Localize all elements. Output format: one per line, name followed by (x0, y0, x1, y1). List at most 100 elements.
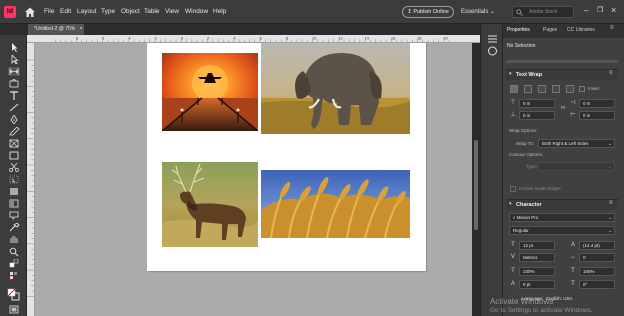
leading-field[interactable]: (14.4 pt) (579, 241, 615, 250)
publish-online-button[interactable]: ↥ Publish Online (402, 6, 454, 18)
gradient-feather-tool-icon[interactable] (8, 199, 20, 208)
wheat-field-image[interactable] (261, 170, 410, 238)
minimize-icon[interactable]: – (584, 6, 588, 15)
ruler-tick-label: 20 (443, 35, 448, 40)
tab-cc-libraries[interactable]: CC Libraries (567, 27, 595, 33)
wrap-bounding-box-button[interactable] (524, 85, 532, 93)
font-family-select[interactable]: ⌕ Minion Pro ⌄ (509, 213, 615, 222)
ruler-tick-label: 6 (102, 35, 105, 40)
pen-tool-icon[interactable] (8, 115, 20, 124)
wrap-to-select[interactable]: Both Right & Left Sides ⌄ (538, 139, 615, 148)
collapse-icon[interactable]: ▾ (509, 201, 512, 207)
top-offset-field[interactable]: 0 in (519, 99, 555, 108)
type-tool-icon[interactable] (8, 91, 20, 100)
document-tab-label: *Untitled-2 @ 75% (34, 26, 76, 32)
restore-icon[interactable]: ❐ (597, 6, 603, 14)
menu-object[interactable]: Object (121, 8, 140, 18)
contour-type-select[interactable]: ⌄ (538, 162, 615, 171)
search-placeholder: Adobe Stock (529, 9, 558, 15)
collapse-icon[interactable]: ▾ (509, 71, 512, 77)
menu-table[interactable]: Table (144, 8, 160, 18)
menu-view[interactable]: View (165, 8, 179, 18)
zoom-tool-icon[interactable] (8, 247, 20, 256)
horizontal-ruler: 8 6 4 2 0 2 4 6 8 10 12 14 16 18 20 (27, 35, 480, 43)
vertical-scale-field[interactable]: 100% (519, 267, 555, 276)
font-style-select[interactable]: Regular ⌄ (509, 226, 615, 235)
eyedropper-tool-icon[interactable] (8, 223, 20, 232)
jump-object-button[interactable] (552, 85, 560, 93)
invert-checkbox[interactable] (579, 86, 585, 92)
publish-label: Publish Online (413, 9, 449, 15)
kerning-field[interactable]: Metrics (519, 253, 555, 262)
menu-edit[interactable]: Edit (60, 8, 71, 18)
scrollbar-thumb[interactable] (474, 140, 478, 230)
elephant-image[interactable] (261, 43, 410, 134)
wrap-object-shape-button[interactable] (538, 85, 546, 93)
contour-options-label: Contour Options: (509, 152, 544, 157)
jump-next-column-button[interactable] (566, 85, 574, 93)
pencil-tool-icon[interactable] (8, 127, 20, 136)
include-inside-edges-checkbox[interactable] (510, 186, 516, 192)
ruler-tick-label: 8 (76, 35, 79, 40)
gradient-swatch-tool-icon[interactable] (8, 187, 20, 196)
screen-mode-icon[interactable] (8, 305, 20, 314)
direct-selection-tool-icon[interactable] (8, 55, 20, 64)
workspace-switcher[interactable]: Essentials ⌄ (461, 8, 495, 15)
rectangle-tool-icon[interactable] (8, 151, 20, 160)
close-tab-icon[interactable]: × (80, 26, 83, 32)
default-fill-stroke-icon[interactable] (8, 259, 20, 268)
collapsed-panel-dock (480, 24, 503, 316)
close-icon[interactable]: × (611, 5, 616, 15)
note-tool-icon[interactable] (8, 211, 20, 220)
fill-stroke-swatch-icon[interactable] (7, 288, 20, 301)
hand-tool-icon[interactable] (8, 235, 20, 244)
top-offset-icon: ⊤ (510, 100, 516, 106)
skew-icon: T (571, 281, 575, 287)
left-offset-field[interactable]: 0 in (579, 99, 615, 108)
selection-tool-icon[interactable] (8, 43, 20, 52)
font-size-field[interactable]: 12 pt (519, 241, 555, 250)
bottom-offset-field[interactable]: 0 in (519, 111, 555, 120)
character-menu-icon[interactable]: ≡ (609, 200, 613, 206)
line-tool-icon[interactable] (8, 103, 20, 112)
tracking-field[interactable]: 0 (579, 253, 615, 262)
menu-layout[interactable]: Layout (77, 8, 97, 18)
page-tool-icon[interactable] (8, 67, 20, 76)
baseline-shift-field[interactable]: 0 pt (519, 280, 555, 289)
free-transform-tool-icon[interactable] (8, 175, 20, 184)
menu-type[interactable]: Type (101, 8, 115, 18)
activate-windows-hint: Go to Settings to activate Windows. (490, 307, 593, 314)
tab-pages[interactable]: Pages (543, 27, 557, 33)
panel-menu-icon[interactable]: ≡ (610, 25, 614, 31)
scissors-tool-icon[interactable] (8, 163, 20, 172)
cc-libraries-icon[interactable] (487, 46, 498, 56)
tab-properties[interactable]: Properties (507, 27, 530, 33)
menu-file[interactable]: File (44, 8, 54, 18)
sunset-pier-image[interactable] (162, 53, 258, 131)
no-wrap-button[interactable] (510, 85, 518, 93)
elk-image[interactable] (162, 162, 258, 247)
left-offset-icon: ⊣ (570, 100, 576, 106)
font-size-icon: T (511, 242, 515, 248)
horizontal-scale-field[interactable]: 100% (579, 267, 615, 276)
menu-window[interactable]: Window (185, 8, 208, 18)
link-offsets-icon[interactable]: ∞ (559, 104, 567, 112)
font-family-value: Minion Pro (516, 215, 539, 220)
apply-color-icon[interactable] (8, 271, 20, 280)
properties-panel-icon[interactable] (487, 34, 498, 44)
document-tab[interactable]: *Untitled-2 @ 75% × (28, 24, 84, 35)
character-header[interactable]: Character (506, 199, 618, 210)
home-icon[interactable] (24, 6, 36, 18)
chevron-down-icon: ⌄ (608, 164, 612, 169)
activate-windows-watermark: Activate Windows (490, 297, 554, 306)
content-collector-icon[interactable] (8, 79, 20, 88)
document-page[interactable] (147, 43, 426, 271)
text-wrap-menu-icon[interactable]: ≡ (609, 70, 613, 76)
skew-field[interactable]: 0° (579, 280, 615, 289)
rectangle-frame-tool-icon[interactable] (8, 139, 20, 148)
text-wrap-header[interactable]: Text Wrap (506, 69, 618, 80)
tools-panel (0, 35, 27, 316)
right-offset-field[interactable]: 0 in (579, 111, 615, 120)
menu-help[interactable]: Help (213, 8, 226, 18)
selection-status: No Selection (507, 43, 536, 49)
